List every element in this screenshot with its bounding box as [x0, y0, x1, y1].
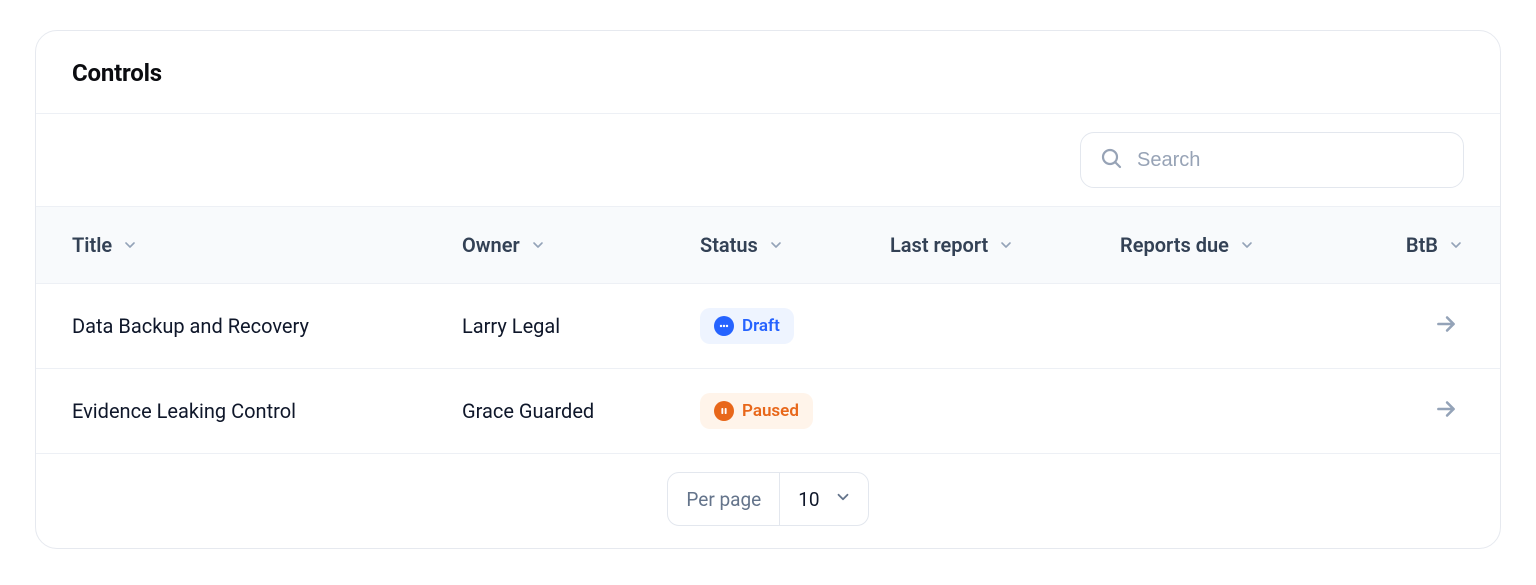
controls-panel: Controls Title Owner Statu [35, 30, 1501, 549]
column-header-btb[interactable]: BtB [1360, 233, 1464, 257]
cell-title: Data Backup and Recovery [72, 314, 462, 338]
arrow-right-icon [1433, 311, 1459, 342]
search-icon [1099, 146, 1123, 174]
cell-btb [1360, 308, 1464, 344]
status-badge-label: Draft [742, 316, 780, 336]
cell-owner: Grace Guarded [462, 399, 700, 423]
panel-title: Controls [72, 59, 1464, 87]
column-header-status-label: Status [700, 233, 758, 257]
cell-btb [1360, 393, 1464, 429]
table-header-row: Title Owner Status Last report Reports d… [36, 206, 1500, 284]
column-header-status[interactable]: Status [700, 233, 890, 257]
cell-owner: Larry Legal [462, 314, 700, 338]
status-badge-paused: Paused [700, 393, 813, 429]
panel-toolbar [36, 113, 1500, 206]
per-page-select[interactable]: 10 [780, 473, 867, 525]
status-badge-label: Paused [742, 401, 799, 421]
chevron-down-icon [998, 237, 1014, 253]
chevron-down-icon [1239, 237, 1255, 253]
panel-footer: Per page 10 [36, 454, 1500, 548]
chevron-down-icon [834, 488, 852, 511]
search-input[interactable] [1137, 149, 1445, 172]
open-row-button[interactable] [1428, 308, 1464, 344]
search-field[interactable] [1080, 132, 1464, 188]
column-header-last-report[interactable]: Last report [890, 233, 1120, 257]
per-page-value: 10 [798, 488, 819, 511]
per-page-control: Per page 10 [667, 472, 868, 526]
column-header-owner-label: Owner [462, 233, 520, 257]
panel-header: Controls [36, 31, 1500, 113]
column-header-title-label: Title [72, 233, 112, 257]
ellipsis-icon [714, 316, 734, 336]
chevron-down-icon [122, 237, 138, 253]
status-badge-draft: Draft [700, 308, 794, 344]
column-header-btb-label: BtB [1406, 233, 1438, 257]
chevron-down-icon [768, 237, 784, 253]
cell-status: Draft [700, 308, 890, 344]
pause-icon [714, 401, 734, 421]
column-header-reports-due-label: Reports due [1120, 233, 1229, 257]
chevron-down-icon [530, 237, 546, 253]
per-page-label: Per page [668, 473, 780, 525]
column-header-last-report-label: Last report [890, 233, 988, 257]
column-header-title[interactable]: Title [72, 233, 462, 257]
chevron-down-icon [1448, 237, 1464, 253]
table-row[interactable]: Data Backup and Recovery Larry Legal Dra… [36, 284, 1500, 369]
column-header-reports-due[interactable]: Reports due [1120, 233, 1360, 257]
table-row[interactable]: Evidence Leaking Control Grace Guarded P… [36, 369, 1500, 454]
arrow-right-icon [1433, 396, 1459, 427]
column-header-owner[interactable]: Owner [462, 233, 700, 257]
cell-title: Evidence Leaking Control [72, 399, 462, 423]
open-row-button[interactable] [1428, 393, 1464, 429]
cell-status: Paused [700, 393, 890, 429]
